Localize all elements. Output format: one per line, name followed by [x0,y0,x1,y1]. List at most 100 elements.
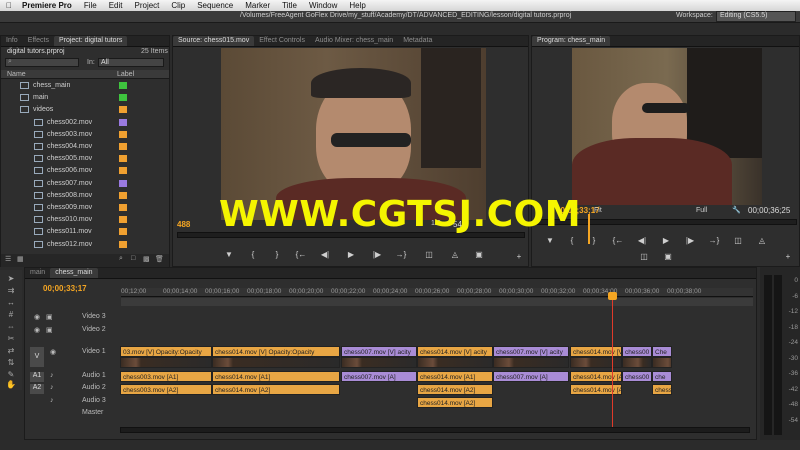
tab-seq-main[interactable]: main [25,268,50,278]
tab-effect-controls[interactable]: Effect Controls [254,36,310,46]
timeline-clip[interactable]: chess014.mov [A [570,371,622,382]
step-back-icon[interactable]: ◀| [317,250,333,260]
mark-in-icon[interactable]: { [245,250,261,260]
eye-icon[interactable]: ◉ [34,313,40,321]
program-step-forward-icon[interactable]: |▶ [682,236,698,246]
slip-tool-icon[interactable]: ⇄ [4,346,18,356]
timeline-clip[interactable]: chess014.mov [A1] [212,371,340,382]
label-swatch[interactable] [119,179,127,187]
timeline-clip[interactable]: chess007.mov [A] [493,371,569,382]
timeline-clip[interactable]: Che [652,346,672,357]
program-video[interactable] [572,48,762,205]
label-swatch[interactable] [119,106,127,114]
rate-stretch-tool-icon[interactable]: ⇔ [4,322,18,332]
timeline-clip[interactable]: chess007.mov [V] acity [341,346,417,357]
extract-icon[interactable]: ◬ [754,236,770,246]
timeline-clip[interactable]: chess014.mov [A2] [417,384,493,395]
new-bin-icon[interactable]: □ [131,255,135,262]
pen-tool-icon[interactable]: ✎ [4,370,18,380]
timeline-clip[interactable]: chess003.mov [A1] [120,371,212,382]
marker-icon[interactable]: ▼ [221,250,237,260]
list-item[interactable]: chess004.mov [1,141,166,153]
list-view-icon[interactable]: ☰ [5,255,11,263]
play-icon[interactable]: ▶ [343,250,359,260]
list-item[interactable]: chess002.mov [1,117,166,129]
source-a2-patch[interactable]: A2 [30,384,44,394]
list-item[interactable]: chess012.mov [1,239,166,251]
source-v-patch[interactable]: V [30,347,44,367]
go-to-in-icon[interactable]: {← [293,250,309,260]
app-menu[interactable]: Premiere Pro [18,1,78,10]
timeline-clip[interactable]: chess007.mov [A] [341,371,417,382]
work-area-bar[interactable] [121,298,753,306]
label-swatch[interactable] [119,118,127,126]
slide-tool-icon[interactable]: ⇅ [4,358,18,368]
program-step-back-icon[interactable]: ◀| [634,236,650,246]
find-icon[interactable]: ⌕ [119,255,123,263]
list-item[interactable]: chess005.mov [1,153,166,165]
tab-seq-chess-main[interactable]: chess_main [50,268,98,278]
timeline-clip[interactable]: chess007.mov [V] acity [493,346,569,357]
menu-file[interactable]: File [78,1,103,10]
timeline-clip[interactable]: che [652,371,672,382]
list-item[interactable]: chess006.mov [1,165,166,177]
go-to-out-icon[interactable]: →} [393,250,409,260]
rolling-edit-tool-icon[interactable]: # [4,310,18,320]
new-item-icon[interactable]: ▩ [143,255,150,263]
menu-marker[interactable]: Marker [239,1,276,10]
lift-icon[interactable]: ◫ [730,236,746,246]
lock-icon[interactable]: ▣ [46,313,53,321]
tab-audio-mixer[interactable]: Audio Mixer: chess_main [310,36,398,46]
playhead-handle[interactable] [608,292,617,300]
in-select[interactable]: All [98,58,164,67]
source-a1-patch[interactable]: A1 [30,372,44,382]
timeline-clip[interactable]: chess014.mov [A1] [417,371,493,382]
program-export-frame-icon[interactable]: ▣ [660,252,676,262]
speaker-icon[interactable]: ♪ [50,384,54,391]
label-swatch[interactable] [119,155,127,163]
menu-help[interactable]: Help [343,1,371,10]
overwrite-icon[interactable]: ◬ [447,250,463,260]
selection-tool-icon[interactable]: ➤ [4,274,18,284]
eye-icon[interactable]: ◉ [34,326,40,334]
add-button-icon[interactable]: + [511,252,527,262]
hand-tool-icon[interactable]: ✋ [4,380,18,390]
timeline-scrollbar[interactable] [120,427,750,433]
timeline-clip[interactable]: chess014.mov [V] [570,346,622,357]
timeline-clip[interactable]: chess003.mov [A2] [120,384,212,395]
workspace-select[interactable]: Editing (CS5.5) [716,11,796,22]
tab-metadata[interactable]: Metadata [398,36,437,46]
timeline-clip[interactable]: chess014.mov [V] Opacity:Opacity [212,346,340,357]
program-add-button-icon[interactable]: + [780,252,796,262]
program-marker-icon[interactable]: ▼ [542,236,558,246]
timeline-clip[interactable]: chess014.mov [A2] [417,397,493,408]
timeline-clip[interactable]: chess014.mov [A2] [212,384,340,395]
ripple-edit-tool-icon[interactable]: ↔ [4,298,18,308]
menu-clip[interactable]: Clip [165,1,191,10]
export-frame-icon[interactable]: ▣ [471,250,487,260]
program-mark-out-icon[interactable]: } [586,236,602,246]
label-swatch[interactable] [119,240,127,248]
insert-icon[interactable]: ◫ [421,250,437,260]
menu-title[interactable]: Title [276,1,303,10]
speaker-icon[interactable]: ♪ [50,397,54,404]
timeline-timecode[interactable]: 00;00;33;17 [43,284,87,293]
col-label[interactable]: Label [117,71,134,78]
tab-info[interactable]: Info [1,36,23,46]
eye-icon[interactable]: ◉ [50,348,56,356]
label-swatch[interactable] [119,143,127,150]
speaker-icon[interactable]: ♪ [50,372,54,379]
program-go-to-out-icon[interactable]: →} [706,236,722,246]
list-item[interactable]: chess_main [1,80,166,92]
list-item[interactable]: chess007.mov [1,178,166,190]
label-swatch[interactable] [119,167,127,175]
label-swatch[interactable] [119,82,127,89]
timeline-clip[interactable]: chess [652,384,672,395]
program-go-to-in-icon[interactable]: {← [610,236,626,246]
tab-effects[interactable]: Effects [23,36,54,46]
tab-source[interactable]: Source: chess015.mov [173,36,255,46]
search-input[interactable]: ⌕ [5,58,79,67]
icon-view-icon[interactable]: ▦ [17,255,24,263]
trash-icon[interactable]: 🗑 [155,255,164,263]
mark-out-icon[interactable]: } [269,250,285,260]
